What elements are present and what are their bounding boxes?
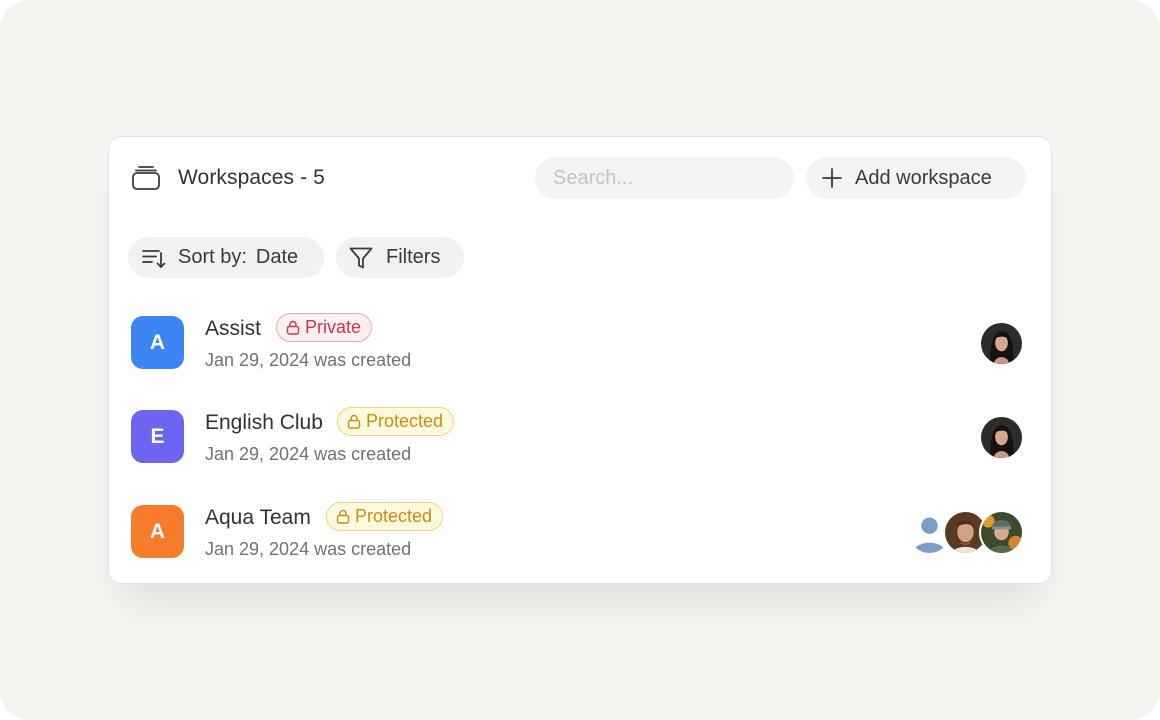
avatar	[979, 510, 1024, 555]
card-header: Workspaces - 5 Add workspace	[109, 137, 1051, 219]
avatar	[979, 321, 1024, 366]
lock-icon	[347, 414, 361, 429]
add-workspace-button[interactable]: Add workspace	[806, 157, 1026, 199]
created-date: Jan 29, 2024 was created	[205, 539, 412, 559]
stack-icon	[132, 166, 160, 190]
created-date: Jan 29, 2024 was created	[205, 444, 412, 464]
lock-icon	[286, 320, 300, 335]
member-avatars	[904, 510, 1024, 555]
status-badge: Protected	[337, 407, 455, 436]
avatar	[979, 415, 1024, 460]
workspace-avatar: A	[131, 505, 184, 558]
sort-label: Sort by:	[178, 246, 247, 268]
man-in-hat-portrait-icon	[981, 512, 1022, 553]
workspace-avatar: E	[131, 410, 184, 463]
sort-icon	[142, 249, 166, 268]
filter-icon	[349, 247, 373, 268]
workspace-name: English Club	[205, 411, 323, 434]
page-background: Workspaces - 5 Add workspace Sort by: Da…	[0, 0, 1160, 720]
woman-portrait-icon	[981, 417, 1022, 458]
filters-label: Filters	[386, 246, 441, 268]
woman-portrait-icon	[981, 323, 1022, 364]
member-avatars	[904, 321, 1024, 366]
workspace-avatar: A	[131, 316, 184, 369]
workspace-name: Assist	[205, 317, 262, 340]
plus-icon	[822, 168, 842, 188]
lock-icon	[336, 509, 350, 524]
sort-value: Date	[255, 246, 299, 268]
badge-label: Private	[305, 317, 362, 337]
badge-label: Protected	[355, 506, 433, 526]
member-avatars	[904, 415, 1024, 460]
workspaces-card: Workspaces - 5 Add workspace Sort by: Da…	[108, 136, 1052, 584]
status-badge: Protected	[326, 502, 444, 531]
add-workspace-label: Add workspace	[855, 166, 992, 189]
sort-button[interactable]: Sort by: Date	[128, 237, 324, 278]
list-item-english-club[interactable]: E English Club Protected Jan 29, 2024 wa…	[109, 399, 1051, 479]
search-input[interactable]	[535, 157, 794, 199]
list-item-aqua-team[interactable]: A Aqua Team Protected Jan 29, 2024 was c…	[109, 494, 1051, 574]
page-title: Workspaces - 5	[178, 166, 325, 189]
created-date: Jan 29, 2024 was created	[205, 350, 412, 370]
filters-button[interactable]: Filters	[336, 237, 464, 278]
status-badge: Private	[276, 313, 373, 342]
list-item-assist[interactable]: A Assist Private Jan 29, 2024 was create…	[109, 305, 1051, 385]
badge-label: Protected	[366, 411, 444, 431]
workspace-name: Aqua Team	[205, 506, 311, 529]
